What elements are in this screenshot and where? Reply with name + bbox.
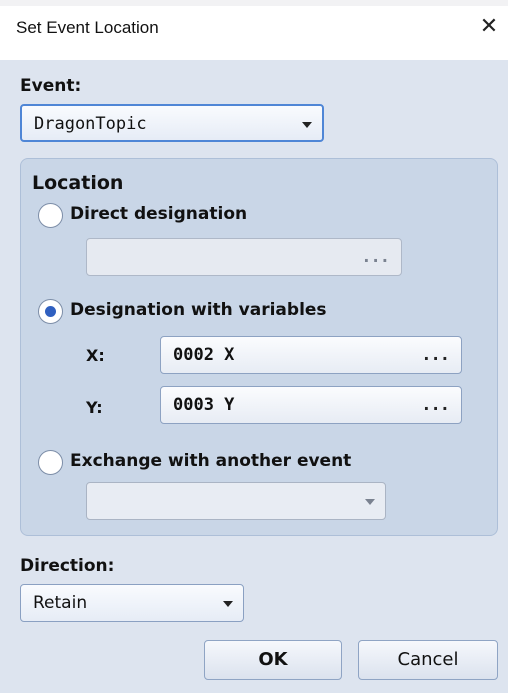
cancel-button[interactable]: Cancel xyxy=(358,640,498,680)
y-label: Y: xyxy=(86,398,103,417)
ellipsis-icon: ... xyxy=(421,345,450,365)
designation-with-variables-label: Designation with variables xyxy=(70,300,327,320)
exchange-with-event-label: Exchange with another event xyxy=(70,451,352,471)
title-bar-strip xyxy=(0,0,508,6)
event-label: Event: xyxy=(20,76,82,96)
event-select[interactable]: DragonTopic xyxy=(20,104,324,142)
radio-exchange-with-event[interactable] xyxy=(38,450,63,475)
ellipsis-icon: ... xyxy=(361,247,390,267)
x-variable-value: 0002 X xyxy=(173,345,235,365)
direct-designation-label: Direct designation xyxy=(70,204,248,224)
direction-select[interactable]: Retain xyxy=(20,584,244,622)
radio-direct-designation[interactable] xyxy=(38,203,63,228)
location-heading: Location xyxy=(32,172,124,194)
chevron-down-icon xyxy=(223,601,233,607)
direction-label: Direction: xyxy=(20,556,115,576)
exchange-event-select[interactable] xyxy=(86,482,386,520)
ellipsis-icon: ... xyxy=(421,395,450,415)
x-label: X: xyxy=(86,346,105,365)
direct-designation-field[interactable]: ... xyxy=(86,238,402,276)
event-select-value: DragonTopic xyxy=(34,114,147,134)
x-variable-field[interactable]: 0002 X ... xyxy=(160,336,462,374)
y-variable-field[interactable]: 0003 Y ... xyxy=(160,386,462,424)
direction-select-value: Retain xyxy=(33,593,88,613)
ok-button[interactable]: OK xyxy=(204,640,342,680)
chevron-down-icon xyxy=(365,499,375,505)
radio-designation-with-variables[interactable] xyxy=(38,299,63,324)
radio-selected-dot xyxy=(45,306,56,317)
close-icon[interactable]: ✕ xyxy=(476,14,502,40)
y-variable-value: 0003 Y xyxy=(173,395,235,415)
chevron-down-icon xyxy=(302,122,312,128)
dialog-title: Set Event Location xyxy=(16,18,159,37)
